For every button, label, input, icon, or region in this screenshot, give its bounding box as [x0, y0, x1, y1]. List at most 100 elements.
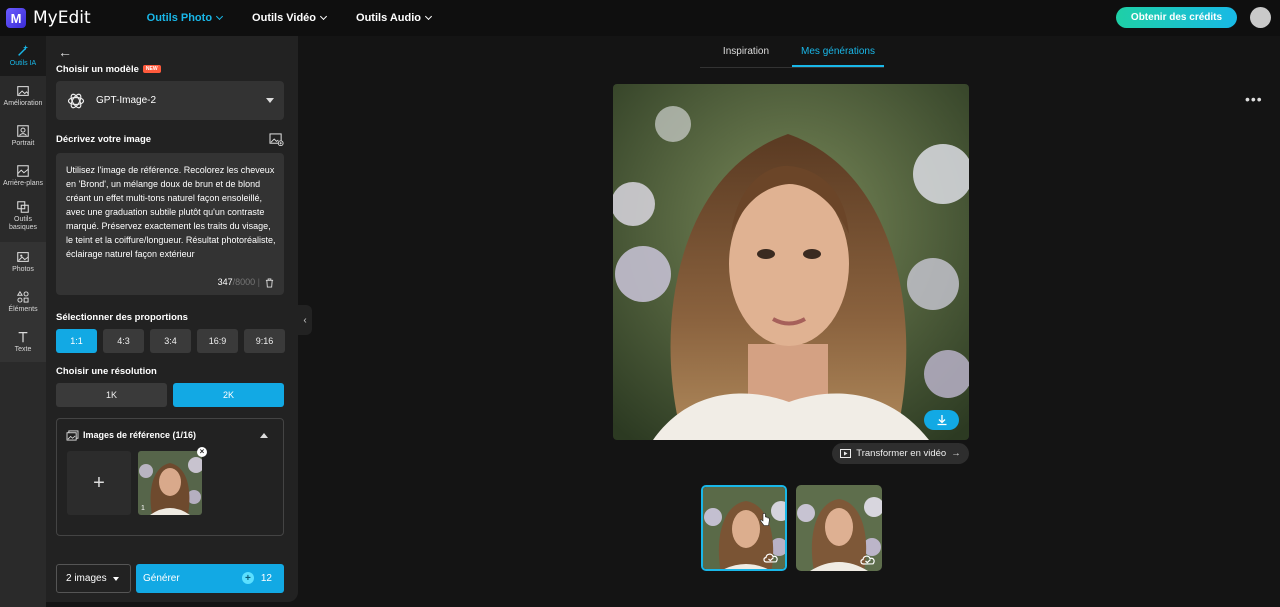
trash-icon[interactable]	[265, 278, 274, 288]
model-name: GPT-Image-2	[96, 95, 157, 106]
rail-lower-group: Photos Éléments Texte	[0, 242, 46, 362]
video-icon	[840, 449, 852, 458]
nav-video-tools[interactable]: Outils Vidéo	[252, 12, 328, 24]
rail-item-portrait[interactable]: Portrait	[0, 116, 46, 156]
rail-label: Outils IA	[9, 60, 37, 67]
ratio-3-4[interactable]: 3:4	[150, 329, 191, 353]
image-count-value: 2 images	[66, 573, 107, 584]
nav-photo-tools-label: Outils Photo	[146, 12, 213, 24]
model-heading-text: Choisir un modèle	[56, 64, 139, 75]
ratio-4-3[interactable]: 4:3	[103, 329, 144, 353]
nav-photo-tools[interactable]: Outils Photo	[146, 12, 224, 24]
app-name: MyEdit	[33, 8, 91, 28]
nav-audio-tools-label: Outils Audio	[356, 12, 422, 24]
chevron-down-icon	[424, 12, 433, 21]
collapse-caret-icon[interactable]	[260, 433, 268, 438]
user-avatar[interactable]	[1250, 7, 1271, 28]
rail-item-elements[interactable]: Éléments	[0, 282, 46, 322]
magic-wand-icon	[18, 44, 29, 56]
generation-thumbnail-1[interactable]	[701, 485, 787, 571]
back-arrow-icon[interactable]: ←	[58, 44, 72, 60]
resolution-heading: Choisir une résolution	[56, 366, 157, 377]
resolution-options: 1K 2K	[56, 383, 284, 407]
cloud-saved-icon	[763, 553, 778, 563]
char-counter: 347/8000 |	[217, 277, 260, 287]
main-nav: Outils Photo Outils Vidéo Outils Audio	[146, 12, 433, 24]
image-upload-icon[interactable]	[269, 133, 284, 146]
prompt-text: Utilisez l'image de référence. Recolorez…	[66, 165, 276, 259]
model-heading: Choisir un modèle NEW	[56, 64, 161, 75]
remove-reference-close-icon[interactable]: ×	[197, 447, 207, 457]
ratio-9-16[interactable]: 9:16	[244, 329, 285, 353]
chevron-down-icon	[216, 12, 224, 21]
top-bar: M MyEdit Outils Photo Outils Vidéo Outil…	[0, 0, 1280, 36]
collapse-panel-chevron-icon[interactable]: ‹	[298, 305, 312, 335]
cloud-saved-icon	[860, 555, 875, 565]
tool-rail: Outils IA Amélioration Portrait Arrière-…	[0, 36, 46, 607]
generated-portrait-photo	[613, 84, 969, 440]
download-button[interactable]	[924, 410, 959, 430]
app-logo[interactable]: M MyEdit	[6, 8, 91, 28]
rail-label: Amélioration	[3, 100, 43, 107]
rail-label: Éléments	[8, 306, 38, 313]
chevron-down-icon	[319, 12, 328, 21]
elements-icon	[16, 290, 29, 303]
generate-label: Générer	[143, 573, 180, 584]
add-reference-button[interactable]: +	[67, 451, 131, 515]
generate-cost: +12	[241, 572, 272, 584]
model-select[interactable]: GPT-Image-2	[56, 81, 284, 120]
rail-item-photos[interactable]: Photos	[0, 242, 46, 282]
generation-thumbnail-2[interactable]	[796, 485, 882, 571]
rail-label: Arrière-plans	[2, 180, 44, 187]
tab-inspiration[interactable]: Inspiration	[700, 40, 792, 67]
generate-button[interactable]: Générer +12	[136, 564, 284, 593]
generated-image-preview[interactable]	[613, 84, 969, 440]
background-icon	[17, 165, 29, 177]
arrow-right-icon: →	[951, 448, 961, 459]
text-icon	[18, 332, 28, 343]
transform-to-video-button[interactable]: Transformer en vidéo →	[832, 443, 969, 464]
resolution-2k[interactable]: 2K	[173, 383, 284, 407]
rail-label: Portrait	[11, 140, 35, 147]
resolution-1k[interactable]: 1K	[56, 383, 167, 407]
ratio-16-9[interactable]: 16:9	[197, 329, 238, 353]
gallery-tabs: Inspiration Mes générations	[700, 40, 884, 68]
tab-my-generations[interactable]: Mes générations	[792, 40, 884, 67]
caret-down-icon	[112, 576, 119, 581]
ratio-heading: Sélectionner des proportions	[56, 312, 188, 323]
ratio-1-1[interactable]: 1:1	[56, 329, 97, 353]
reference-title: Images de référence (1/16)	[83, 430, 197, 440]
reference-thumbnail[interactable]: 1	[138, 451, 202, 515]
crop-icon	[17, 201, 29, 213]
rail-label: Photos	[12, 266, 34, 273]
ratio-options: 1:1 4:3 3:4 16:9 9:16	[56, 329, 285, 353]
nav-audio-tools[interactable]: Outils Audio	[356, 12, 433, 24]
hand-cursor-icon	[760, 513, 770, 526]
download-icon	[937, 415, 946, 426]
rail-label: Outils basiques	[8, 216, 38, 231]
rail-item-text[interactable]: Texte	[0, 322, 46, 362]
portrait-icon	[17, 125, 29, 137]
more-options-icon[interactable]: •••	[1245, 91, 1263, 107]
ai-settings-panel: ← Choisir un modèle NEW GPT-Image-2 Décri…	[46, 36, 298, 602]
openai-logo-icon	[67, 93, 85, 108]
prompt-textarea[interactable]: Utilisez l'image de référence. Recolorez…	[56, 153, 284, 295]
rail-label: Texte	[14, 346, 32, 353]
images-icon	[66, 430, 79, 441]
describe-heading: Décrivez votre image	[56, 134, 152, 145]
new-badge: NEW	[142, 65, 161, 73]
rail-item-basic-tools[interactable]: Outils basiques	[0, 196, 46, 236]
caret-down-icon	[266, 98, 274, 103]
rail-item-enhance[interactable]: Amélioration	[0, 76, 46, 116]
generate-cost-value: 12	[260, 572, 272, 584]
image-enhance-icon	[17, 86, 29, 96]
get-credits-button[interactable]: Obtenir des crédits	[1116, 7, 1237, 28]
reference-images-section: Images de référence (1/16) + 1 ×	[56, 418, 284, 536]
image-count-select[interactable]: 2 images	[56, 564, 131, 593]
char-max: /8000	[232, 277, 256, 287]
rail-item-ai-tools[interactable]: Outils IA	[0, 36, 46, 76]
reference-index: 1	[141, 505, 145, 512]
credit-coin-icon: +	[241, 572, 254, 584]
char-count: 347	[217, 277, 233, 287]
rail-item-backgrounds[interactable]: Arrière-plans	[0, 156, 46, 196]
